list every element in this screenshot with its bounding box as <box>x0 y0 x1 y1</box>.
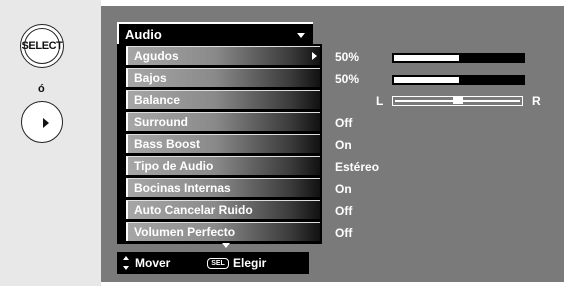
balance-left-label: L <box>376 94 384 108</box>
menu-item-label: Tipo de Audio <box>134 159 214 173</box>
agudos-level-fill <box>394 55 459 61</box>
bajos-value: 50% <box>335 72 360 86</box>
sel-key-icon: SEL <box>207 258 229 269</box>
select-button-label: SELECT <box>22 28 63 64</box>
choose-label: Elegir <box>233 256 267 270</box>
menu-item-bocinas-internas[interactable]: Bocinas Internas <box>126 178 320 197</box>
joystick-right-icon <box>21 101 63 143</box>
menu-item-label: Auto Cancelar Ruido <box>134 203 253 217</box>
remote-guide: SELECT ó <box>0 0 101 286</box>
balance-right-label: R <box>532 94 541 108</box>
move-label: Mover <box>135 256 171 270</box>
menu-item-label: Bass Boost <box>134 137 201 151</box>
surround-value: Off <box>335 116 353 130</box>
menu-item-label: Bocinas Internas <box>134 181 231 195</box>
arrow-right-icon <box>43 118 49 128</box>
menu-item-label: Agudos <box>134 49 179 63</box>
bass-boost-value: On <box>335 138 352 152</box>
bocinas-internas-value: On <box>335 182 352 196</box>
balance-knob[interactable] <box>453 97 463 104</box>
bajos-level-fill <box>394 77 459 83</box>
agudos-level-bar[interactable] <box>392 53 525 63</box>
menu-item-bass-boost[interactable]: Bass Boost <box>126 134 320 153</box>
menu-item-volumen-perfecto[interactable]: Volumen Perfecto <box>126 222 320 241</box>
menu-item-balance[interactable]: Balance <box>126 90 320 109</box>
submenu-arrow-icon <box>312 52 317 60</box>
or-label: ó <box>38 83 45 95</box>
dropdown-caret-icon <box>297 33 305 38</box>
auto-cancelar-ruido-value: Off <box>335 204 353 218</box>
menu-item-bajos[interactable]: Bajos <box>126 68 320 87</box>
balance-slider[interactable] <box>392 96 523 106</box>
bajos-level-bar[interactable] <box>392 75 525 85</box>
menu-header[interactable]: Audio <box>117 22 313 44</box>
tipo-de-audio-value: Estéreo <box>335 160 380 174</box>
menu-list: Agudos Bajos Balance Surround Bass Boost… <box>117 44 322 244</box>
menu-item-label: Balance <box>134 93 181 107</box>
menu-item-label: Bajos <box>134 71 167 85</box>
menu-item-tipo-de-audio[interactable]: Tipo de Audio <box>126 156 320 175</box>
menu-item-label: Surround <box>134 115 188 129</box>
menu-item-auto-cancelar-ruido[interactable]: Auto Cancelar Ruido <box>126 200 320 219</box>
menu-item-surround[interactable]: Surround <box>126 112 320 131</box>
menu-item-label: Volumen Perfecto <box>134 225 236 239</box>
scroll-down-icon[interactable] <box>222 243 230 248</box>
agudos-value: 50% <box>335 50 360 64</box>
help-bar: Mover SEL Elegir <box>117 252 309 274</box>
menu-item-agudos[interactable]: Agudos <box>126 46 320 65</box>
select-button-illustration: SELECT <box>20 24 64 68</box>
menu-header-label: Audio <box>125 27 162 42</box>
volumen-perfecto-value: Off <box>335 226 353 240</box>
up-down-arrows-icon <box>123 256 131 270</box>
